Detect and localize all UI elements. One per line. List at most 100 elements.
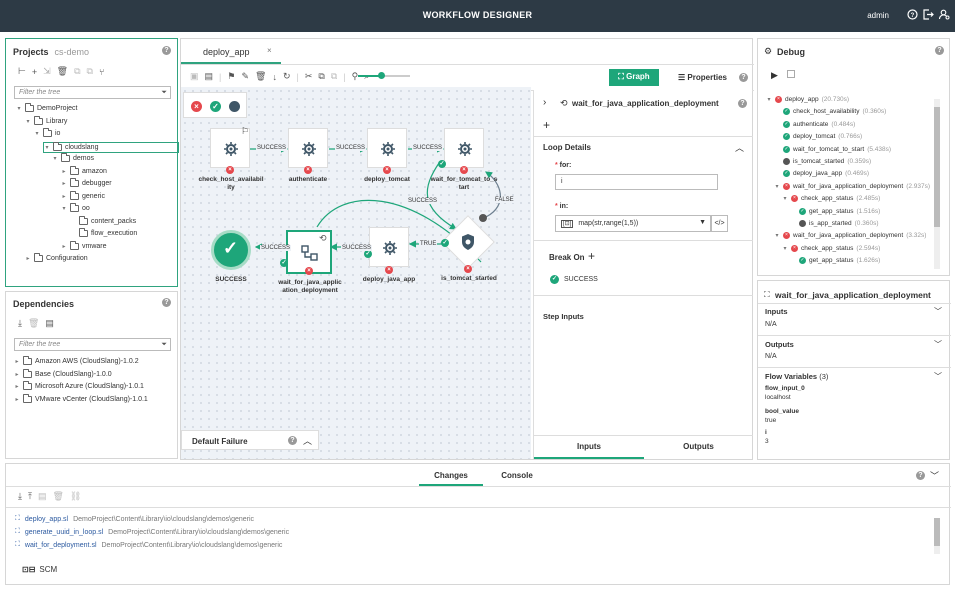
tree-item-library[interactable]: ▾ Library [25,116,67,125]
tab-outputs[interactable]: Outputs [644,436,753,459]
expand-icon[interactable]: ▾ [61,205,67,212]
loop-details-header[interactable]: Loop Details [543,143,591,152]
link-icon[interactable]: ⛓ [70,491,81,502]
collapse-icon[interactable]: ▸ [25,255,31,262]
tree-item-configuration[interactable]: ▸ Configuration [25,253,88,262]
node-deploy-java-app[interactable] [369,227,409,267]
document-icon[interactable]: ▤ [45,318,54,329]
debug-item[interactable]: is_app_started (0.360s) [790,220,879,227]
delete-icon[interactable]: 🗑 [255,71,266,82]
tree-item-io[interactable]: ▾ io [34,128,60,137]
dependency-item[interactable]: ▸ Base (CloudSlang)-1.0.0 [14,368,112,378]
dependency-item[interactable]: ▸ Microsoft Azure (CloudSlang)-1.0.1 [14,381,144,391]
inputs-header[interactable]: Inputs [765,307,788,316]
tree-item-cloudslang[interactable]: ▾ cloudslang [43,142,179,153]
debug-scrollbar[interactable] [934,99,940,269]
debug-item[interactable]: ✓ get_app_status (1.626s) [790,257,880,265]
logout-icon[interactable] [923,9,934,20]
expand-icon[interactable]: ▸ [14,371,20,378]
tree-icon[interactable]: ⊢ [18,66,26,77]
tree-item-vmware[interactable]: ▸ vmware [61,241,107,250]
tab-changes[interactable]: Changes [419,471,483,486]
save-icon[interactable]: ▣ [190,71,199,82]
expand-icon[interactable]: ▸ [14,396,20,403]
collapse-icon[interactable]: ▸ [61,168,67,175]
delete-icon[interactable]: 🗑 [57,66,68,77]
debug-item[interactable]: ▾ × wait_for_java_application_deployment (3… [774,232,926,240]
debug-item[interactable]: ✓ authenticate (0.484s) [774,120,855,128]
add-icon[interactable]: + [32,67,37,77]
refresh-icon[interactable]: ↻ [283,71,291,82]
add-icon[interactable]: + [588,249,595,263]
help-icon[interactable]: ? [907,9,918,20]
chevron-down-icon[interactable]: ﹀ [934,371,942,382]
code-icon[interactable]: </> [711,215,728,232]
tree-item-oo[interactable]: ▾ oo [61,203,90,212]
expand-icon[interactable]: ▾ [782,195,788,202]
copy-icon[interactable]: ⧉ [318,71,324,82]
stop-icon[interactable] [787,70,795,78]
changed-file-row[interactable]: ⛶ generate_uuid_in_loop.sl DemoProject\Con… [15,528,289,536]
dropdown-icon[interactable]: ▼ [699,219,706,226]
branch-icon[interactable]: ⑂ [99,67,104,77]
debug-item[interactable]: ▾ × deploy_app (20.730s) [766,96,849,103]
tab-inputs[interactable]: Inputs [534,436,644,459]
expand-icon[interactable]: ▸ [14,383,20,390]
zoom-slider[interactable] [358,72,410,79]
expand-icon[interactable]: ▸ [14,358,20,365]
for-input[interactable]: i [555,174,718,190]
file-name[interactable]: deploy_app.sl [25,516,68,523]
help-icon[interactable]: ? [935,46,944,55]
flow-canvas[interactable]: × ✓ ⚐ × check_host_availabil ity × authe… [181,87,531,459]
expand-icon[interactable]: ▾ [782,245,788,252]
delete-icon[interactable]: 🗑 [28,318,39,329]
zoom-slider-handle[interactable] [378,72,385,79]
user-settings-icon[interactable] [938,9,950,20]
help-icon[interactable]: ? [916,471,925,480]
debug-item[interactable]: is_tomcat_started (0.359s) [774,158,871,165]
help-icon[interactable]: ? [162,298,171,307]
collapse-icon[interactable]: ▸ [61,180,67,187]
tree-item-debugger[interactable]: ▸ debugger [61,178,112,187]
tree-item-content-packs[interactable]: content_packs [70,216,136,225]
edit-icon[interactable]: ✎ [241,71,249,82]
outputs-header[interactable]: Outputs [765,340,794,349]
changed-file-row[interactable]: ⛶ deploy_app.sl DemoProject\Content\Librar… [15,515,254,523]
scm-indicator[interactable]: ⊡⊟ SCM [22,565,57,574]
expand-icon[interactable]: ▾ [44,144,50,151]
dependency-item[interactable]: ▸ Amazon AWS (CloudSlang)-1.0.2 [14,356,139,365]
chevron-up-icon[interactable]: ︿ [735,141,744,154]
expand-icon[interactable]: ▾ [774,183,780,190]
document-icon[interactable]: ▤ [38,491,47,502]
chevron-down-icon[interactable]: ﹀ [930,469,939,482]
collapse-icon[interactable]: ▸ [61,193,67,200]
files-scrollbar[interactable] [934,518,940,554]
tree-item-demos[interactable]: ▾ demos [52,153,94,162]
cut-icon[interactable]: ✂ [305,71,313,82]
chevron-down-icon[interactable]: ﹀ [934,339,942,350]
debug-item[interactable]: ▾ × check_app_status (2.594s) [782,244,880,252]
dependency-item[interactable]: ▸ VMware vCenter (CloudSlang)-1.0.1 [14,394,148,404]
download-icon[interactable]: ↓ [272,72,277,82]
flag-icon[interactable]: ⚑ [227,71,235,82]
chevron-right-icon[interactable]: › [543,97,546,108]
chevron-up-icon[interactable]: ︿ [303,434,312,447]
tree-item-demoproject[interactable]: ▾ DemoProject [16,103,77,112]
expand-icon[interactable]: ▾ [34,130,40,137]
expand-icon[interactable]: ▾ [774,232,780,239]
debug-item[interactable]: ▾ × wait_for_java_application_deployment (2… [774,182,930,190]
help-icon[interactable]: ? [162,46,171,55]
play-icon[interactable]: ▶ [771,70,778,81]
changed-file-row[interactable]: ⛶ wait_for_deployment.sl DemoProject\Conte… [15,541,282,549]
paste-icon[interactable]: ⧉ [331,71,337,82]
move-icon[interactable]: ⇲ [43,66,51,77]
tree-item-flow-execution[interactable]: flow_execution [70,228,137,237]
document-icon[interactable]: ▤ [205,71,214,82]
node-success[interactable]: ✓ [211,230,251,270]
debug-item[interactable]: ✓ deploy_java_app (0.469s) [774,170,869,178]
expand-icon[interactable]: ▾ [25,118,31,125]
help-icon[interactable]: ? [288,436,297,445]
node-check-host-availability[interactable]: ⚐ [210,126,250,168]
paste-icon[interactable]: ⧉ [87,66,93,77]
properties-button[interactable]: ☰ Properties [678,73,727,82]
